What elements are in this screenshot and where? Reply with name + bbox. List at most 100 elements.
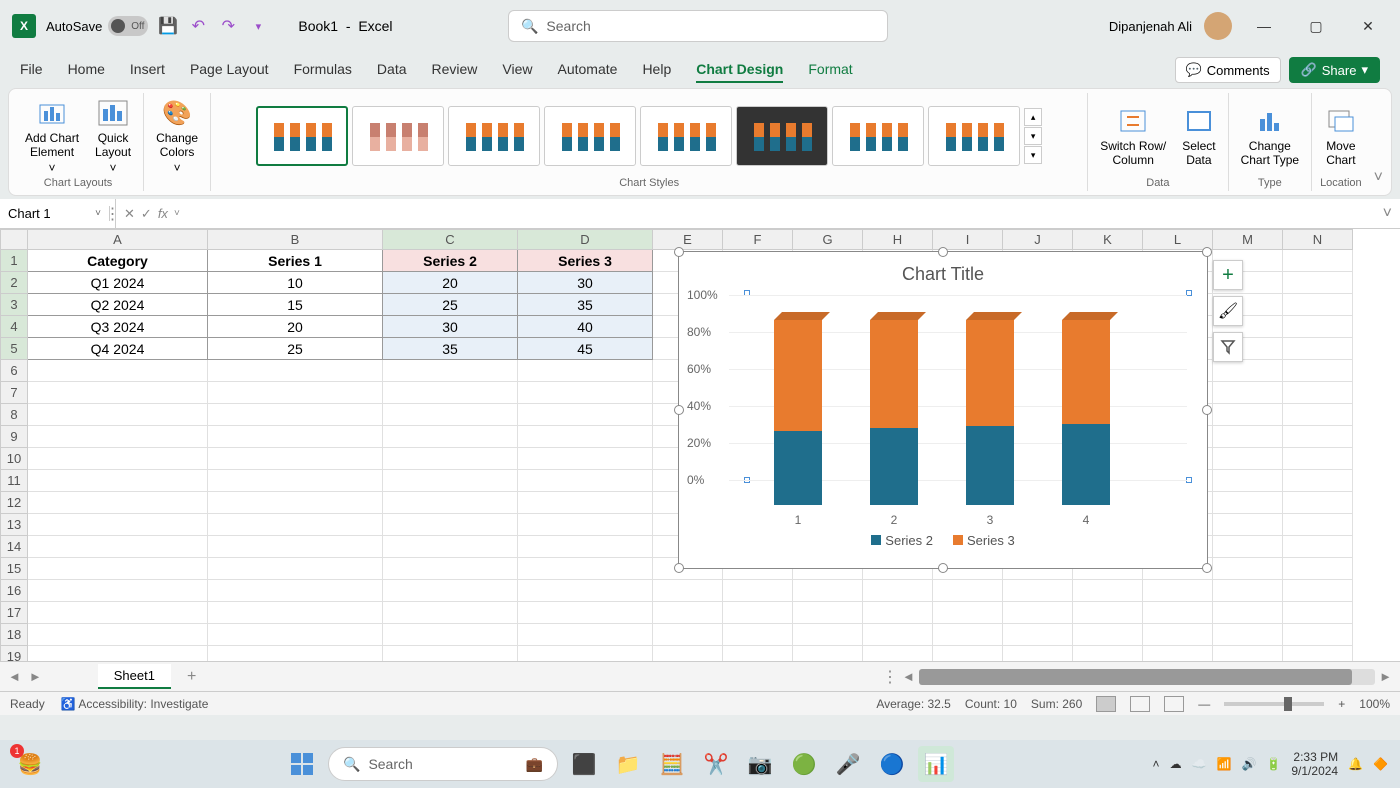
zoom-in-button[interactable]: + xyxy=(1338,697,1345,711)
page-layout-view-button[interactable] xyxy=(1130,696,1150,712)
chart-elements-button[interactable]: + xyxy=(1213,260,1243,290)
cell[interactable] xyxy=(28,404,208,426)
taskbar-task-view[interactable]: ⬛ xyxy=(566,746,602,782)
chart-legend[interactable]: Series 2Series 3 xyxy=(679,533,1207,548)
cell[interactable] xyxy=(208,602,383,624)
close-button[interactable]: ✕ xyxy=(1348,11,1388,41)
chart-plot-area[interactable]: 0%20%40%60%80%100%1234 xyxy=(729,295,1187,505)
row-header[interactable]: 7 xyxy=(1,382,28,404)
taskbar-weather-icon[interactable]: 🍔1 xyxy=(12,746,48,782)
cell[interactable] xyxy=(1003,580,1073,602)
chart-style-thumb[interactable] xyxy=(352,106,444,166)
cell[interactable] xyxy=(208,360,383,382)
sheet-tab[interactable]: Sheet1 xyxy=(98,664,171,689)
minimize-button[interactable]: — xyxy=(1244,11,1284,41)
cell[interactable] xyxy=(208,426,383,448)
cell[interactable] xyxy=(1213,382,1283,404)
cell[interactable] xyxy=(793,624,863,646)
cell[interactable] xyxy=(793,602,863,624)
sheet-nav-prev[interactable]: ◄ xyxy=(8,669,21,684)
cell[interactable] xyxy=(1213,360,1283,382)
column-header[interactable]: L xyxy=(1143,230,1213,250)
cell[interactable] xyxy=(793,580,863,602)
cell[interactable] xyxy=(28,470,208,492)
chart-bar[interactable] xyxy=(774,312,822,505)
cell[interactable] xyxy=(1283,624,1353,646)
hscroll-left[interactable]: ◄ xyxy=(902,669,915,684)
column-header[interactable]: N xyxy=(1283,230,1353,250)
cell[interactable] xyxy=(1143,646,1213,662)
cell[interactable] xyxy=(208,514,383,536)
cell[interactable] xyxy=(28,448,208,470)
row-header[interactable]: 5 xyxy=(1,338,28,360)
cell[interactable]: Series 1 xyxy=(208,250,383,272)
cell[interactable] xyxy=(28,558,208,580)
cell[interactable] xyxy=(28,514,208,536)
cell[interactable] xyxy=(1213,646,1283,662)
taskbar-calculator[interactable]: 🧮 xyxy=(654,746,690,782)
tray-chevron-icon[interactable]: ˄ xyxy=(1153,757,1160,771)
cell[interactable]: 25 xyxy=(383,294,518,316)
tray-battery-icon[interactable]: 🔋 xyxy=(1266,757,1281,771)
cell[interactable] xyxy=(518,536,653,558)
qat-more-icon[interactable]: ▾ xyxy=(248,16,268,36)
cell[interactable] xyxy=(28,624,208,646)
cell[interactable] xyxy=(1283,536,1353,558)
style-scroll-button[interactable]: ▾ xyxy=(1024,127,1042,145)
cell[interactable] xyxy=(208,646,383,662)
maximize-button[interactable]: ▢ xyxy=(1296,11,1336,41)
cell[interactable] xyxy=(208,536,383,558)
cancel-formula-icon[interactable]: ✕ xyxy=(124,206,135,222)
cell[interactable] xyxy=(653,602,723,624)
undo-icon[interactable]: ↶ xyxy=(188,16,208,36)
add-sheet-button[interactable]: + xyxy=(187,668,196,686)
taskbar-clock[interactable]: 2:33 PM9/1/2024 xyxy=(1291,750,1338,779)
taskbar-snip[interactable]: ✂️ xyxy=(698,746,734,782)
cell[interactable] xyxy=(863,580,933,602)
cell[interactable] xyxy=(383,558,518,580)
cell[interactable] xyxy=(1283,514,1353,536)
row-header[interactable]: 8 xyxy=(1,404,28,426)
tab-file[interactable]: File xyxy=(20,57,43,83)
search-box[interactable]: 🔍 Search xyxy=(508,10,888,42)
cell[interactable] xyxy=(383,448,518,470)
redo-icon[interactable]: ↷ xyxy=(218,16,238,36)
cell[interactable] xyxy=(1143,602,1213,624)
column-header[interactable]: F xyxy=(723,230,793,250)
cell[interactable] xyxy=(383,492,518,514)
normal-view-button[interactable] xyxy=(1096,696,1116,712)
tab-options-icon[interactable]: ⋮ xyxy=(882,667,898,687)
cell[interactable]: Series 2 xyxy=(383,250,518,272)
cell[interactable] xyxy=(383,404,518,426)
chart-bar[interactable] xyxy=(1062,312,1110,505)
change-colors-button[interactable]: 🎨 Change Colors ˅ xyxy=(152,95,202,177)
cell[interactable] xyxy=(383,536,518,558)
cell[interactable] xyxy=(208,382,383,404)
row-header[interactable]: 2 xyxy=(1,272,28,294)
cell[interactable] xyxy=(518,646,653,662)
chart-style-thumb[interactable] xyxy=(448,106,540,166)
tray-wifi-icon[interactable]: 📶 xyxy=(1217,757,1232,771)
style-scroll-button[interactable]: ▾ xyxy=(1024,146,1042,164)
cell[interactable] xyxy=(208,624,383,646)
cell[interactable] xyxy=(208,404,383,426)
formula-expand-icon[interactable]: ˅ xyxy=(1375,205,1400,223)
cell[interactable] xyxy=(723,580,793,602)
page-break-view-button[interactable] xyxy=(1164,696,1184,712)
cell[interactable] xyxy=(518,470,653,492)
add-chart-element-button[interactable]: Add Chart Element ˅ xyxy=(21,95,83,177)
cell[interactable] xyxy=(383,426,518,448)
cell[interactable] xyxy=(1283,272,1353,294)
tab-automate[interactable]: Automate xyxy=(558,57,618,83)
cell[interactable] xyxy=(1213,404,1283,426)
cell[interactable] xyxy=(933,580,1003,602)
cell[interactable] xyxy=(793,646,863,662)
cell[interactable] xyxy=(518,404,653,426)
cell[interactable] xyxy=(383,602,518,624)
cell[interactable] xyxy=(208,558,383,580)
cell[interactable] xyxy=(1213,470,1283,492)
cell[interactable] xyxy=(383,624,518,646)
tab-help[interactable]: Help xyxy=(642,57,671,83)
cell[interactable] xyxy=(383,360,518,382)
cell[interactable] xyxy=(1213,492,1283,514)
